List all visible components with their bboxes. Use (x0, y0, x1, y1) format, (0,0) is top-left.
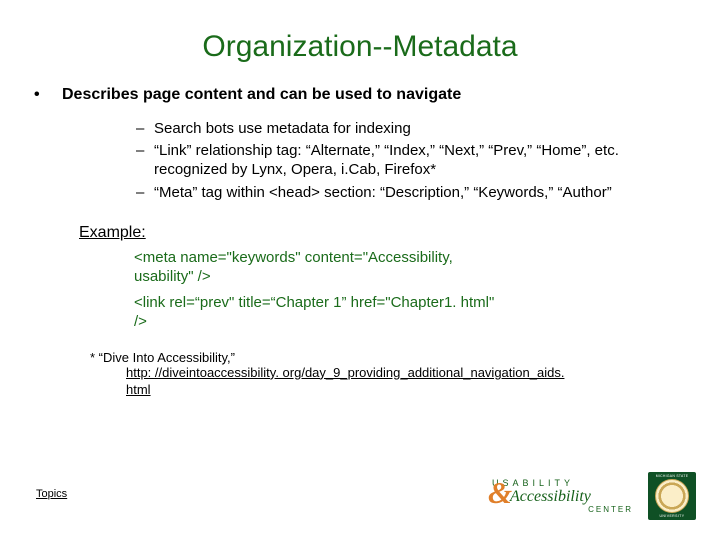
slide: Organization--Metadata • Describes page … (0, 0, 720, 540)
bullet-text: Describes page content and can be used t… (62, 86, 461, 104)
example-code: <meta name="keywords" content="Accessibi… (134, 248, 506, 332)
sub-bullet-item: “Meta” tag within <head> section: “Descr… (136, 183, 686, 202)
msu-badge-icon (648, 472, 696, 520)
bullet-level1: • Describes page content and can be used… (34, 86, 686, 104)
logo-text-accessibility: Accessibility (510, 488, 591, 506)
footnote-link[interactable]: http: //diveintoaccessibility. org/day_9… (126, 365, 566, 399)
msu-seal-icon (655, 479, 689, 513)
example-label: Example: (79, 224, 686, 242)
sub-bullet-item: Search bots use metadata for indexing (136, 119, 686, 138)
ampersand-icon: & (488, 477, 512, 508)
sub-bullet-list: Search bots use metadata for indexing “L… (96, 119, 686, 202)
bullet-marker: • (34, 86, 62, 104)
footer-logos: USABILITY & Accessibility CENTER (488, 472, 696, 520)
logo-text-center: CENTER (588, 505, 633, 514)
topics-link[interactable]: Topics (36, 488, 67, 500)
example-line: <link rel=“prev" title=“Chapter 1” href=… (134, 293, 506, 332)
example-line: <meta name="keywords" content="Accessibi… (134, 248, 506, 287)
footnote-text: * “Dive Into Accessibility,” (90, 350, 686, 365)
sub-bullet-item: “Link” relationship tag: “Alternate,” “I… (136, 141, 686, 179)
slide-content: • Describes page content and can be used… (0, 86, 720, 399)
usability-accessibility-logo: USABILITY & Accessibility CENTER (488, 477, 640, 515)
slide-title: Organization--Metadata (0, 0, 720, 86)
msu-logo (648, 472, 696, 520)
